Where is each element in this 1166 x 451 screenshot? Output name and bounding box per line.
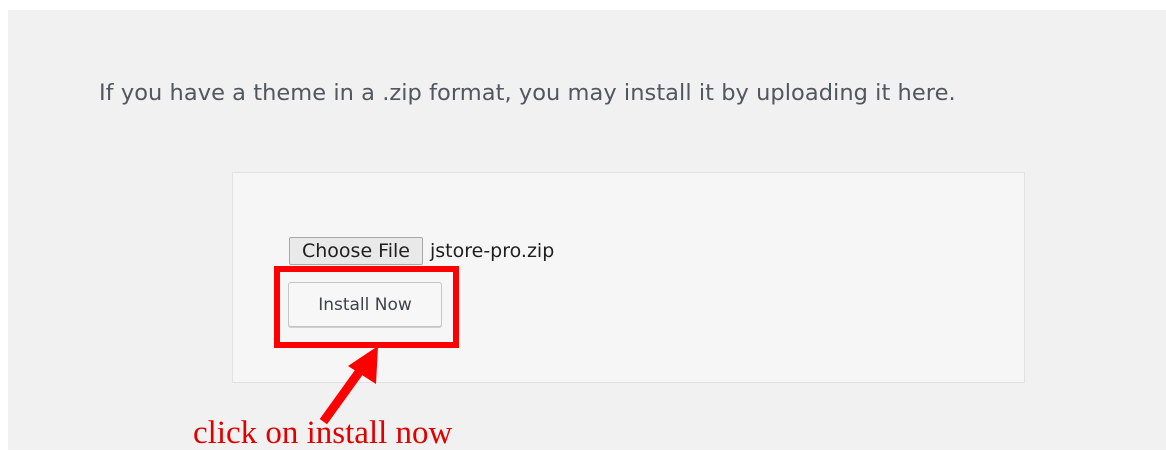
theme-upload-form: [232, 172, 1025, 383]
file-picker: Choose File jstore-pro.zip: [289, 237, 554, 265]
upload-instructions: If you have a theme in a .zip format, yo…: [99, 80, 956, 106]
choose-file-button[interactable]: Choose File: [289, 237, 423, 265]
install-now-button[interactable]: Install Now: [288, 282, 442, 327]
annotation-label: click on install now: [193, 415, 453, 451]
selected-file-name: jstore-pro.zip: [429, 240, 555, 262]
